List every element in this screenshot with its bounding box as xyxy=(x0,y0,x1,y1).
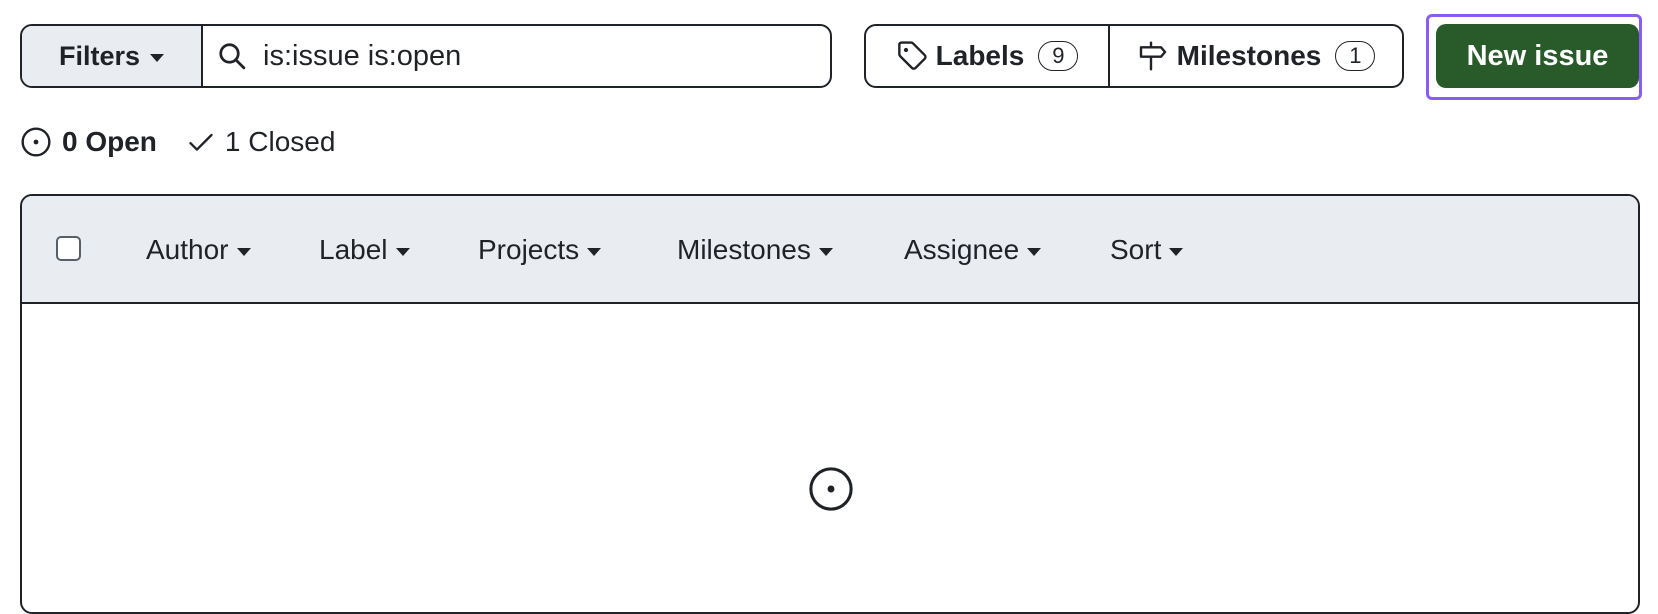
author-filter-menu[interactable]: Author xyxy=(146,230,251,270)
tag-icon xyxy=(896,40,928,72)
labels-milestones-group: Labels 9 Milestones 1 xyxy=(864,24,1404,88)
assignee-menu-label: Assignee xyxy=(904,234,1020,265)
caret-down-icon xyxy=(150,53,165,62)
new-issue-button[interactable]: New issue xyxy=(1436,24,1639,88)
caret-down-icon xyxy=(395,247,410,256)
labels-count-badge: 9 xyxy=(1038,41,1079,71)
empty-state-issue-icon xyxy=(808,466,854,512)
caret-down-icon xyxy=(236,247,251,256)
assignee-filter-menu[interactable]: Assignee xyxy=(904,230,1042,270)
search-icon xyxy=(217,41,247,71)
projects-menu-label: Projects xyxy=(478,234,580,265)
sort-menu-label: Sort xyxy=(1110,234,1162,265)
milestones-menu-label: Milestones xyxy=(677,234,811,265)
caret-down-icon xyxy=(587,247,602,256)
open-count-label: 0 Open xyxy=(62,126,157,157)
projects-filter-menu[interactable]: Projects xyxy=(478,230,602,270)
milestones-count-badge: 1 xyxy=(1335,41,1376,71)
filters-label: Filters xyxy=(58,40,141,71)
select-all-checkbox[interactable] xyxy=(56,236,81,261)
labels-button[interactable]: Labels 9 xyxy=(866,26,1110,86)
caret-down-icon xyxy=(1027,247,1042,256)
label-menu-label: Label xyxy=(319,234,388,265)
issue-opened-icon xyxy=(20,126,52,158)
table-header: Author Label Projects Milestones Assigne… xyxy=(22,196,1638,304)
open-issues-tab[interactable]: 0 Open xyxy=(20,126,157,158)
milestones-button[interactable]: Milestones 1 xyxy=(1110,26,1402,86)
sort-menu[interactable]: Sort xyxy=(1110,230,1184,270)
milestones-filter-menu[interactable]: Milestones xyxy=(677,230,833,270)
search-box[interactable] xyxy=(203,26,830,86)
issues-table: Author Label Projects Milestones Assigne… xyxy=(20,194,1640,614)
issue-state-tabs: 0 Open 1 Closed xyxy=(20,122,335,162)
author-menu-label: Author xyxy=(146,234,229,265)
search-filter-group: Filters xyxy=(20,24,832,88)
caret-down-icon xyxy=(1169,247,1184,256)
filters-button[interactable]: Filters xyxy=(22,26,203,86)
caret-down-icon xyxy=(818,247,833,256)
search-input[interactable] xyxy=(263,39,803,73)
milestones-label: Milestones xyxy=(1176,40,1322,71)
labels-label: Labels xyxy=(935,40,1025,71)
check-icon xyxy=(187,128,215,156)
closed-issues-tab[interactable]: 1 Closed xyxy=(187,126,336,158)
label-filter-menu[interactable]: Label xyxy=(319,230,410,270)
closed-count-label: 1 Closed xyxy=(224,126,336,157)
milestone-icon xyxy=(1137,40,1169,72)
